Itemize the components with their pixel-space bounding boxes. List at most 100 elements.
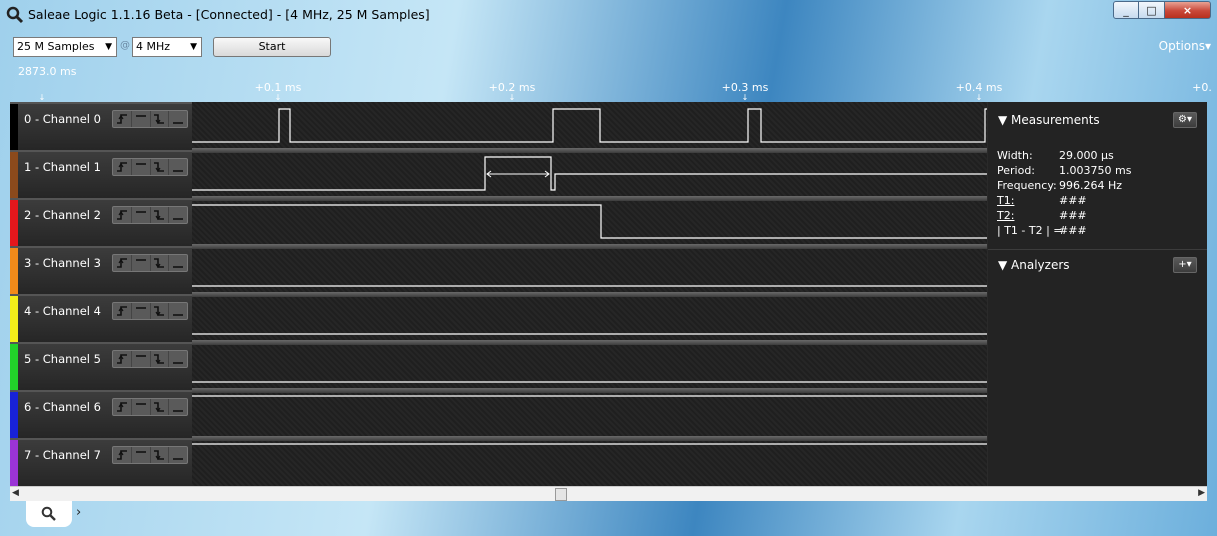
tick-marker-icon: ↓ [274, 93, 282, 102]
t1-link[interactable]: T1: [997, 194, 1014, 207]
analyzers-title: Analyzers [1011, 258, 1070, 272]
rising-edge-trigger-button[interactable] [113, 207, 132, 223]
high-level-icon [135, 307, 146, 309]
logic-panel: 0 - Channel 0 1 - Channel 1 2 - Channel … [10, 102, 1207, 486]
channel-label: 5 - Channel 5 [24, 352, 101, 366]
low-level-trigger-button[interactable] [169, 207, 187, 223]
samples-dropdown[interactable]: 25 M Samples ▼ [13, 37, 117, 57]
magnifier-logo-icon [6, 6, 24, 24]
waveform-area[interactable] [192, 102, 987, 486]
trigger-buttons [112, 158, 188, 176]
low-level-trigger-button[interactable] [169, 159, 187, 175]
channel-header-1[interactable]: 1 - Channel 1 [10, 150, 192, 198]
rising-edge-trigger-button[interactable] [113, 447, 132, 463]
channel-color-4 [10, 296, 18, 342]
low-level-trigger-button[interactable] [169, 399, 187, 415]
low-level-trigger-button[interactable] [169, 255, 187, 271]
chevron-down-icon: ▼ [105, 42, 112, 52]
rising-edge-icon [116, 258, 127, 268]
channel-label: 1 - Channel 1 [24, 160, 101, 174]
measure-value: 1.003750 ms [1059, 164, 1132, 177]
falling-edge-trigger-button[interactable] [151, 207, 170, 223]
t2-link[interactable]: T2: [997, 209, 1014, 222]
waveform-channel-1 [192, 156, 987, 191]
minimize-button[interactable]: _ [1113, 1, 1139, 19]
search-tab[interactable] [26, 501, 72, 527]
falling-edge-trigger-button[interactable] [151, 399, 170, 415]
high-level-trigger-button[interactable] [132, 255, 151, 271]
horizontal-scrollbar[interactable]: ◀ ▶ [10, 486, 1207, 501]
low-level-icon [173, 458, 184, 460]
scroll-left-icon[interactable]: ◀ [12, 488, 19, 498]
start-button[interactable]: Start [213, 37, 331, 57]
analyzers-header[interactable]: ▼ Analyzers [998, 258, 1070, 272]
rising-edge-icon [116, 306, 127, 316]
rising-edge-trigger-button[interactable] [113, 111, 132, 127]
options-menu[interactable]: Options▾ [1159, 39, 1211, 53]
falling-edge-trigger-button[interactable] [151, 303, 170, 319]
channel-header-3[interactable]: 3 - Channel 3 [10, 246, 192, 294]
maximize-button[interactable]: □ [1139, 1, 1165, 19]
measure-label: Width: [997, 149, 1033, 162]
plus-icon[interactable]: +▾ [1173, 257, 1197, 273]
channel-color-1 [10, 152, 18, 198]
trigger-buttons [112, 206, 188, 224]
scrollbar-thumb[interactable] [555, 488, 567, 501]
falling-edge-trigger-button[interactable] [151, 351, 170, 367]
sample-rate-dropdown[interactable]: 4 MHz ▼ [132, 37, 202, 57]
rising-edge-icon [116, 162, 127, 172]
trigger-buttons [112, 254, 188, 272]
falling-edge-trigger-button[interactable] [151, 111, 170, 127]
falling-edge-trigger-button[interactable] [151, 255, 170, 271]
rising-edge-trigger-button[interactable] [113, 399, 132, 415]
measure-value: 29.000 µs [1059, 149, 1114, 162]
low-level-trigger-button[interactable] [169, 351, 187, 367]
high-level-trigger-button[interactable] [132, 399, 151, 415]
channel-color-2 [10, 200, 18, 246]
high-level-trigger-button[interactable] [132, 111, 151, 127]
falling-edge-icon [154, 450, 165, 461]
low-level-trigger-button[interactable] [169, 111, 187, 127]
high-level-trigger-button[interactable] [132, 447, 151, 463]
gear-icon[interactable]: ⚙▾ [1173, 112, 1197, 128]
rising-edge-trigger-button[interactable] [113, 159, 132, 175]
channel-label: 3 - Channel 3 [24, 256, 101, 270]
falling-edge-icon [154, 210, 165, 221]
low-level-trigger-button[interactable] [169, 303, 187, 319]
channel-header-6[interactable]: 6 - Channel 6 [10, 390, 192, 438]
channel-header-5[interactable]: 5 - Channel 5 [10, 342, 192, 390]
channel-label: 4 - Channel 4 [24, 304, 101, 318]
high-level-trigger-button[interactable] [132, 351, 151, 367]
measure-label: | T1 - T2 | = [997, 224, 1063, 237]
scroll-right-icon[interactable]: ▶ [1198, 488, 1205, 498]
rising-edge-trigger-button[interactable] [113, 303, 132, 319]
falling-edge-trigger-button[interactable] [151, 447, 170, 463]
high-level-trigger-button[interactable] [132, 159, 151, 175]
chevron-right-icon[interactable]: › [76, 505, 81, 520]
high-level-trigger-button[interactable] [132, 303, 151, 319]
low-level-icon [173, 170, 184, 172]
low-level-icon [173, 314, 184, 316]
tick-marker-icon: ↓ [975, 93, 983, 102]
trigger-buttons [112, 398, 188, 416]
low-level-trigger-button[interactable] [169, 447, 187, 463]
channel-header-4[interactable]: 4 - Channel 4 [10, 294, 192, 342]
falling-edge-icon [154, 258, 165, 269]
channel-header-7[interactable]: 7 - Channel 7 [10, 438, 192, 486]
channel-label: 0 - Channel 0 [24, 112, 101, 126]
falling-edge-icon [154, 162, 165, 173]
close-button[interactable]: × [1165, 1, 1211, 19]
high-level-icon [135, 163, 146, 165]
side-panel: ▼ Measurements ⚙▾ Width: 29.000 µs Perio… [988, 102, 1207, 486]
measurements-title: Measurements [1011, 113, 1100, 127]
bottom-tab-bar: › [10, 501, 1207, 527]
falling-edge-trigger-button[interactable] [151, 159, 170, 175]
trigger-buttons [112, 110, 188, 128]
high-level-trigger-button[interactable] [132, 207, 151, 223]
rising-edge-trigger-button[interactable] [113, 255, 132, 271]
measurements-header[interactable]: ▼ Measurements [998, 113, 1100, 127]
rate-separator: @ [120, 40, 130, 51]
rising-edge-trigger-button[interactable] [113, 351, 132, 367]
channel-header-0[interactable]: 0 - Channel 0 [10, 102, 192, 150]
channel-header-2[interactable]: 2 - Channel 2 [10, 198, 192, 246]
